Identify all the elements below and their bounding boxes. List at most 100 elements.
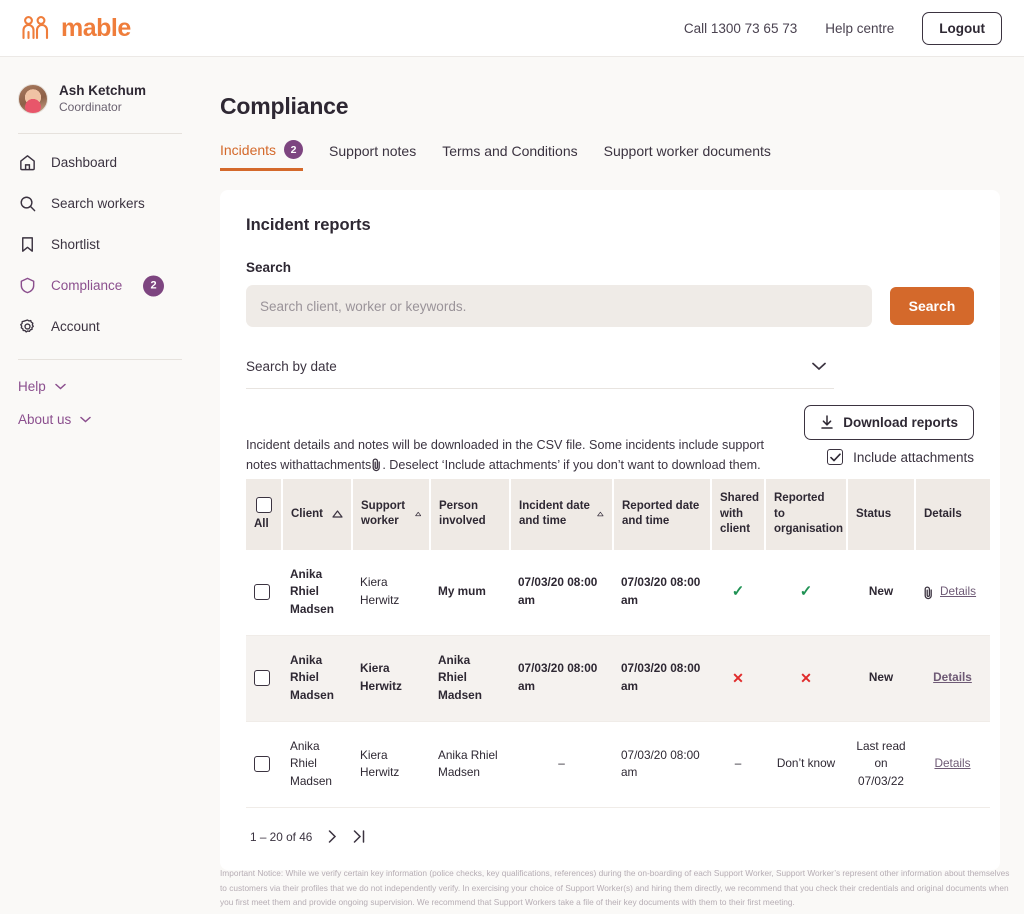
brand-logo[interactable]: mable bbox=[20, 14, 131, 43]
cell-status: Last read on 07/03/22 bbox=[847, 721, 915, 807]
header-support-worker[interactable]: Support worker bbox=[352, 479, 430, 550]
table-row[interactable]: Anika Rhiel Madsen Kiera Herwitz My mum … bbox=[246, 550, 990, 636]
next-page-button[interactable] bbox=[328, 830, 337, 843]
cross-icon: ✕ bbox=[800, 670, 812, 686]
incident-reports-card: Incident reports Search Search Search by… bbox=[220, 190, 1000, 870]
header-label: Reported to organisation bbox=[774, 492, 843, 535]
cell-shared-with-client: ✕ bbox=[711, 635, 765, 721]
paperclip-icon bbox=[371, 457, 382, 472]
cell-support-worker: Kiera Herwitz bbox=[352, 721, 430, 807]
search-row: Search bbox=[246, 285, 974, 327]
app-root: mable Call 1300 73 65 73 Help centre Log… bbox=[0, 0, 1024, 914]
sidebar-item-help[interactable]: Help bbox=[0, 370, 200, 403]
details-link[interactable]: Details bbox=[940, 583, 976, 601]
table-row[interactable]: Anika Rhiel Madsen Kiera Herwitz Anika R… bbox=[246, 635, 990, 721]
sidebar-item-compliance[interactable]: Compliance 2 bbox=[0, 265, 200, 306]
search-input[interactable] bbox=[246, 285, 872, 327]
top-nav: Call 1300 73 65 73 Help centre Logout bbox=[684, 12, 1002, 45]
cell-details[interactable]: Details bbox=[915, 635, 990, 721]
cell-incident-datetime: 07/03/20 08:00 am bbox=[510, 550, 613, 636]
row-select-cell[interactable] bbox=[246, 721, 282, 807]
profile-role: Coordinator bbox=[59, 100, 146, 116]
header-label: Client bbox=[291, 507, 323, 523]
cell-reported-datetime: 07/03/20 08:00 am bbox=[613, 721, 711, 807]
cell-details[interactable]: Details bbox=[915, 721, 990, 807]
row-checkbox[interactable] bbox=[254, 670, 270, 686]
header-person-involved: Person involved bbox=[430, 479, 510, 550]
gear-icon bbox=[18, 317, 37, 336]
header-label: Reported date and time bbox=[622, 500, 699, 528]
last-page-button[interactable] bbox=[353, 830, 366, 843]
header-status: Status bbox=[847, 479, 915, 550]
details-link[interactable]: Details bbox=[934, 756, 970, 770]
header-select-all[interactable]: All bbox=[246, 479, 282, 550]
cell-reported-datetime: 07/03/20 08:00 am bbox=[613, 550, 711, 636]
logout-button[interactable]: Logout bbox=[922, 12, 1002, 45]
cell-client: Anika Rhiel Madsen bbox=[282, 721, 352, 807]
cell-reported-datetime: 07/03/20 08:00 am bbox=[613, 635, 711, 721]
header-label: Support worker bbox=[361, 499, 411, 530]
include-attachments-checkbox[interactable] bbox=[827, 449, 843, 465]
tab-bar: Incidents 2 Support notes Terms and Cond… bbox=[200, 120, 1024, 171]
row-checkbox[interactable] bbox=[254, 584, 270, 600]
chevron-down-icon bbox=[80, 416, 91, 423]
download-area: Download reports Incident details and no… bbox=[246, 389, 974, 475]
sidebar-item-account[interactable]: Account bbox=[0, 306, 200, 347]
row-checkbox[interactable] bbox=[254, 756, 270, 772]
tab-terms-and-conditions[interactable]: Terms and Conditions bbox=[442, 143, 577, 171]
table-row[interactable]: Anika Rhiel Madsen Kiera Herwitz Anika R… bbox=[246, 721, 990, 807]
sidebar-item-search-workers[interactable]: Search workers bbox=[0, 183, 200, 224]
select-all-checkbox[interactable] bbox=[256, 497, 272, 513]
footer-notice: Important Notice: While we verify certai… bbox=[220, 866, 1010, 910]
sidebar-item-label: Dashboard bbox=[51, 155, 117, 170]
phone-link[interactable]: Call 1300 73 65 73 bbox=[684, 21, 797, 36]
sidebar-item-shortlist[interactable]: Shortlist bbox=[0, 224, 200, 265]
search-button[interactable]: Search bbox=[890, 287, 974, 325]
check-icon: ✓ bbox=[800, 583, 813, 600]
sidebar-divider-secondary bbox=[18, 359, 182, 360]
cell-reported-to-organisation: Don’t know bbox=[765, 721, 847, 807]
tab-support-notes[interactable]: Support notes bbox=[329, 143, 416, 171]
sidebar-item-label: Shortlist bbox=[51, 237, 100, 252]
header-shared-with-client: Shared with client bbox=[711, 479, 765, 550]
cell-support-worker: Kiera Herwitz bbox=[352, 635, 430, 721]
header-client[interactable]: Client bbox=[282, 479, 352, 550]
row-select-cell[interactable] bbox=[246, 550, 282, 636]
cell-person-involved: Anika Rhiel Madsen bbox=[430, 635, 510, 721]
last-page-icon bbox=[353, 830, 366, 843]
sort-icon bbox=[597, 510, 604, 518]
cell-reported-to-organisation: ✓ bbox=[765, 550, 847, 636]
help-centre-link[interactable]: Help centre bbox=[825, 21, 894, 36]
sidebar-subitem-label: About us bbox=[18, 412, 71, 427]
header-label: Shared with client bbox=[720, 492, 759, 535]
tab-label: Support notes bbox=[329, 143, 416, 159]
profile-block[interactable]: Ash Ketchum Coordinator bbox=[0, 83, 200, 115]
sidebar-item-dashboard[interactable]: Dashboard bbox=[0, 142, 200, 183]
bookmark-icon bbox=[18, 235, 37, 254]
cell-details[interactable]: Details bbox=[915, 550, 990, 636]
header-label: Incident date and time bbox=[519, 499, 593, 530]
download-reports-button[interactable]: Download reports bbox=[804, 405, 974, 440]
sidebar: Ash Ketchum Coordinator Dashboard Search… bbox=[0, 57, 200, 914]
search-by-date-toggle[interactable]: Search by date bbox=[246, 335, 834, 389]
row-select-cell[interactable] bbox=[246, 635, 282, 721]
sort-icon bbox=[332, 510, 343, 518]
tab-support-worker-documents[interactable]: Support worker documents bbox=[604, 143, 771, 171]
tab-label: Terms and Conditions bbox=[442, 143, 577, 159]
chevron-down-icon bbox=[812, 362, 826, 371]
details-link[interactable]: Details bbox=[933, 670, 972, 684]
download-note-tail: . Deselect ‘Include attachments’ if you … bbox=[382, 458, 760, 472]
home-icon bbox=[18, 153, 37, 172]
sidebar-item-about-us[interactable]: About us bbox=[0, 403, 200, 436]
header-reported-to-organisation: Reported to organisation bbox=[765, 479, 847, 550]
cell-person-involved: Anika Rhiel Madsen bbox=[430, 721, 510, 807]
cell-incident-datetime: – bbox=[510, 721, 613, 807]
cell-client: Anika Rhiel Madsen bbox=[282, 550, 352, 636]
cell-status: New bbox=[847, 550, 915, 636]
header-incident-date-and-time[interactable]: Incident date and time bbox=[510, 479, 613, 550]
cell-incident-datetime: 07/03/20 08:00 am bbox=[510, 635, 613, 721]
include-attachments-row[interactable]: Include attachments bbox=[827, 449, 974, 465]
sidebar-subitem-label: Help bbox=[18, 379, 46, 394]
tab-incidents[interactable]: Incidents 2 bbox=[220, 140, 303, 171]
brand-name: mable bbox=[61, 14, 131, 43]
